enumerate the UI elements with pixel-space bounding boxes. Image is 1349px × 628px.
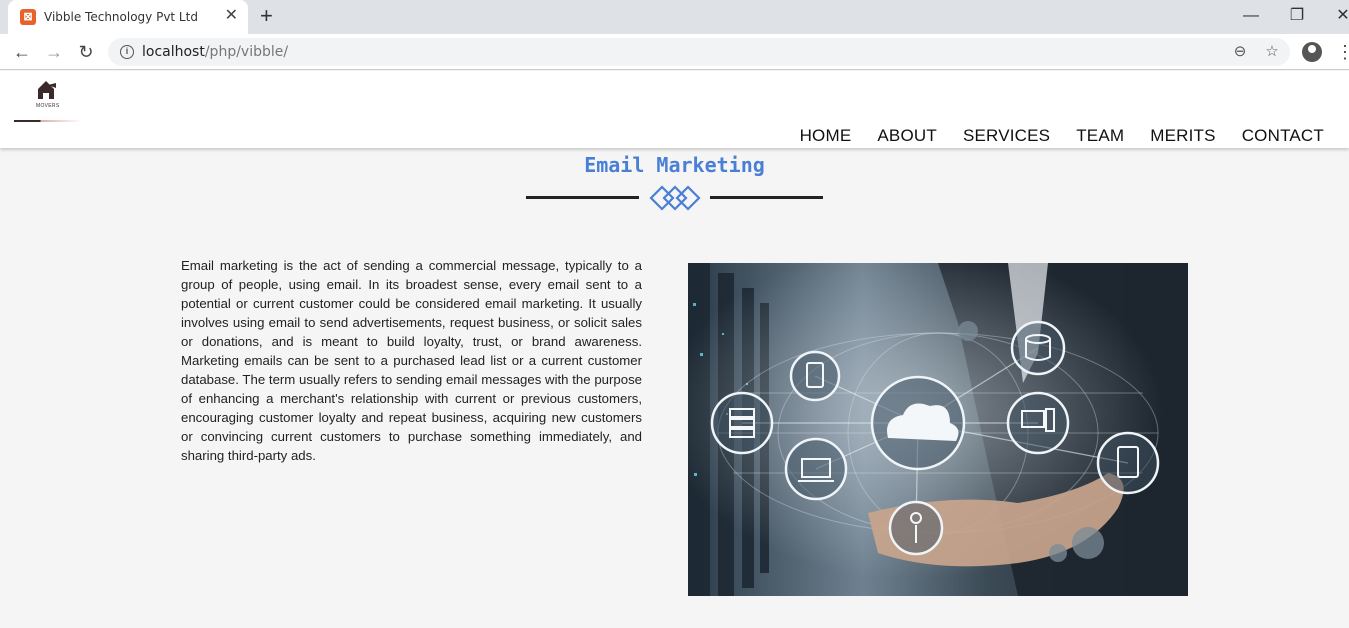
forward-icon[interactable]: → bbox=[42, 40, 66, 64]
zoom-icon[interactable]: ⊖ bbox=[1230, 42, 1250, 62]
url-path: /php/vibble/ bbox=[204, 44, 289, 60]
nav-merits[interactable]: MERITS bbox=[1150, 126, 1215, 146]
menu-icon[interactable]: ⋮ bbox=[1336, 40, 1349, 64]
info-icon[interactable]: i bbox=[120, 45, 134, 59]
section-title: Email Marketing bbox=[584, 153, 765, 177]
nav-home[interactable]: HOME bbox=[800, 126, 852, 146]
description-paragraph: Email marketing is the act of sending a … bbox=[181, 258, 642, 463]
nav-contact[interactable]: CONTACT bbox=[1242, 126, 1324, 146]
nav-about[interactable]: ABOUT bbox=[877, 126, 937, 146]
star-icon[interactable]: ☆ bbox=[1262, 42, 1282, 62]
browser-toolbar: ← → ↻ i localhost/php/vibble/ ⊖ ☆ ⋮ bbox=[0, 34, 1349, 70]
nav-services[interactable]: SERVICES bbox=[963, 126, 1050, 146]
profile-icon[interactable] bbox=[1302, 42, 1322, 62]
nav-team[interactable]: TEAM bbox=[1076, 126, 1124, 146]
window-minimize-button[interactable]: — bbox=[1236, 4, 1266, 28]
window-close-button[interactable]: ✕ bbox=[1328, 4, 1349, 28]
reload-icon[interactable]: ↻ bbox=[74, 40, 98, 64]
logo-text: MOVERS bbox=[36, 103, 60, 109]
diamond-divider-icon bbox=[649, 185, 701, 211]
url-text[interactable]: localhost/php/vibble/ bbox=[142, 44, 288, 60]
main-nav: HOME ABOUT SERVICES TEAM MERITS CONTACT bbox=[774, 126, 1324, 146]
favicon-icon: ⊠ bbox=[20, 9, 36, 25]
address-bar[interactable]: i localhost/php/vibble/ ⊖ ☆ bbox=[108, 38, 1290, 66]
new-tab-button[interactable]: + bbox=[260, 5, 273, 27]
site-logo[interactable]: MOVERS bbox=[14, 79, 82, 123]
window-restore-button[interactable]: ❐ bbox=[1282, 4, 1312, 28]
tab-title: Vibble Technology Pvt Ltd bbox=[44, 10, 198, 24]
divider-line-right bbox=[710, 196, 823, 199]
logo-underline bbox=[14, 120, 82, 122]
back-icon[interactable]: ← bbox=[10, 40, 34, 64]
url-host: localhost bbox=[142, 44, 205, 60]
email-marketing-image bbox=[688, 263, 1188, 596]
browser-tab-strip: ⊠ Vibble Technology Pvt Ltd ✕ + — ❐ ✕ bbox=[0, 0, 1349, 34]
site-header: MOVERS HOME ABOUT SERVICES TEAM MERITS C… bbox=[0, 71, 1349, 148]
logo-icon bbox=[38, 81, 56, 99]
tab-close-icon[interactable]: ✕ bbox=[225, 8, 238, 24]
divider-line-left bbox=[526, 196, 639, 199]
browser-tab[interactable]: ⊠ Vibble Technology Pvt Ltd ✕ bbox=[8, 0, 248, 34]
